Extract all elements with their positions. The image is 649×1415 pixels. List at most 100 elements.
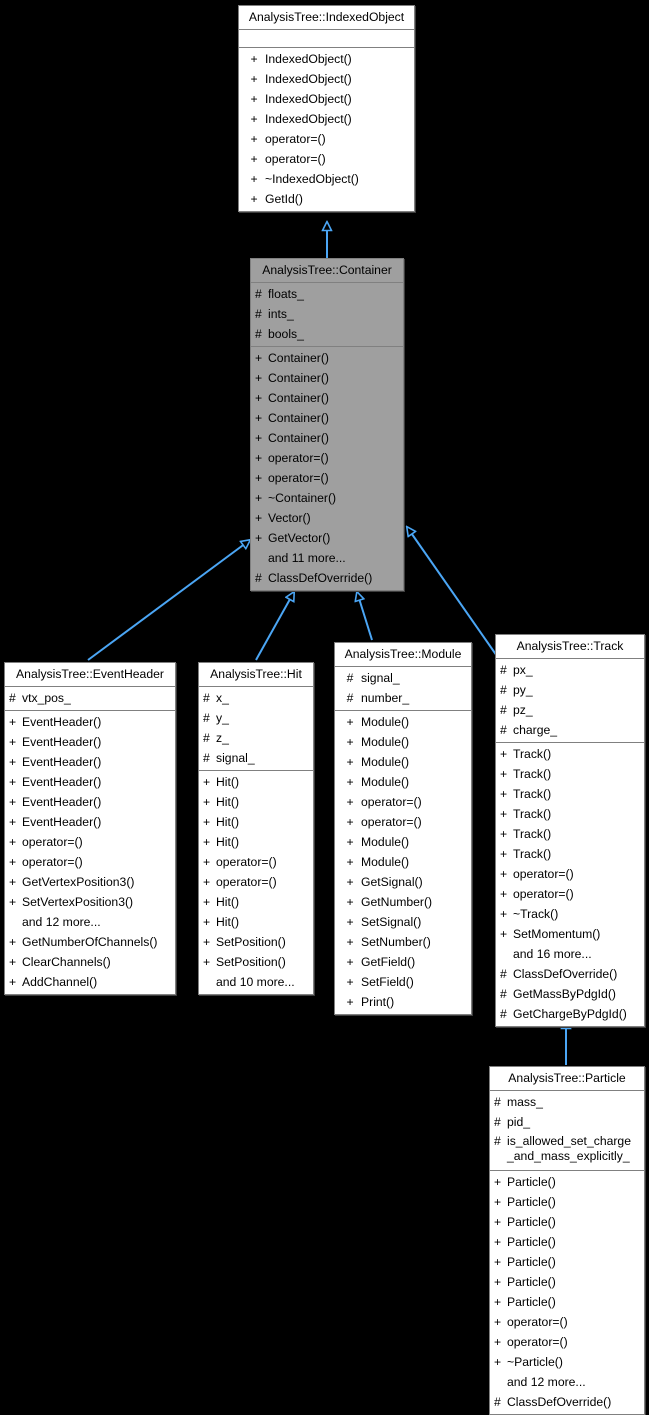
visibility-marker: # — [500, 1007, 507, 1021]
class-box-track[interactable]: AnalysisTree::Track # px_ # py_ # pz_ # charge_… — [495, 634, 645, 1027]
method-row: + Hit() — [199, 792, 313, 812]
member-name: GetChargeByPdgId() — [513, 1007, 627, 1021]
member-name: Track() — [513, 827, 552, 841]
visibility-marker: # — [346, 671, 354, 685]
visibility-marker: + — [9, 715, 17, 729]
attributes-section: # x_ # y_ # z_ # signal_ — [199, 687, 313, 771]
member-name: Track() — [513, 767, 552, 781]
method-row: + operator=() — [239, 149, 414, 169]
visibility-marker: + — [203, 775, 211, 789]
visibility-marker: + — [346, 855, 354, 869]
method-row: + SetPosition() — [199, 932, 313, 952]
member-name: ints_ — [268, 307, 294, 321]
visibility-marker: + — [9, 935, 17, 949]
member-name: SetMomentum() — [513, 927, 601, 941]
member-name: EventHeader() — [22, 735, 102, 749]
uml-diagram-canvas: AnalysisTree::IndexedObject + IndexedObje… — [0, 0, 649, 1415]
method-row: + Module() — [335, 772, 471, 792]
method-row: + ~Track() — [496, 904, 644, 924]
member-name: GetId() — [265, 192, 303, 206]
member-name: Particle() — [507, 1295, 556, 1309]
visibility-marker: + — [250, 52, 258, 66]
member-name: Track() — [513, 807, 552, 821]
class-box-module[interactable]: AnalysisTree::Module # signal_ # number_ + M… — [334, 642, 472, 1015]
member-name: EventHeader() — [22, 755, 102, 769]
visibility-marker: + — [9, 755, 17, 769]
member-name: operator=() — [361, 815, 422, 829]
visibility-marker: + — [250, 112, 258, 126]
method-row: + Module() — [335, 832, 471, 852]
edge-module-to-container — [357, 592, 373, 641]
method-row: + Particle() — [490, 1292, 644, 1312]
method-row: + GetVertexPosition3() — [5, 872, 175, 892]
class-box-indexedobject[interactable]: AnalysisTree::IndexedObject + IndexedObje… — [238, 5, 415, 212]
attribute-row: # y_ — [199, 708, 313, 728]
attributes-section: # signal_ # number_ — [335, 667, 471, 711]
method-row: + SetNumber() — [335, 932, 471, 952]
class-title: AnalysisTree::EventHeader — [5, 663, 175, 687]
visibility-marker: # — [9, 691, 16, 705]
member-name: and 12 more... — [507, 1375, 586, 1389]
visibility-marker: + — [203, 795, 211, 809]
member-name: EventHeader() — [22, 815, 102, 829]
method-row: + operator=() — [239, 129, 414, 149]
methods-section: + Hit() + Hit() + Hit() + Hit() + operator=() + ope… — [199, 771, 313, 994]
method-row: + IndexedObject() — [239, 89, 414, 109]
member-name: vtx_pos_ — [22, 691, 71, 705]
method-row: + Track() — [496, 744, 644, 764]
method-row: + Hit() — [199, 912, 313, 932]
visibility-marker: + — [203, 855, 211, 869]
class-box-container[interactable]: AnalysisTree::Container # floats_ # ints_ # b… — [250, 258, 404, 591]
method-row: # ClassDefOverride() — [496, 964, 644, 984]
visibility-marker: + — [494, 1215, 502, 1229]
member-name: Hit() — [216, 775, 240, 789]
member-name: SetSignal() — [361, 915, 422, 929]
class-box-hit[interactable]: AnalysisTree::Hit # x_ # y_ # z_ # signal_ + Hit… — [198, 662, 314, 995]
member-name: and 10 more... — [216, 975, 295, 989]
visibility-marker: + — [255, 351, 263, 365]
visibility-marker: + — [203, 895, 211, 909]
method-row: + operator=() — [496, 884, 644, 904]
visibility-marker: + — [9, 815, 17, 829]
method-row: + Track() — [496, 764, 644, 784]
visibility-marker: + — [500, 767, 508, 781]
member-name: Container() — [268, 351, 329, 365]
member-name: py_ — [513, 683, 533, 697]
visibility-marker: + — [494, 1255, 502, 1269]
member-name: ~Container() — [268, 491, 337, 505]
class-box-eventheader[interactable]: AnalysisTree::EventHeader # vtx_pos_ + Eve… — [4, 662, 176, 995]
method-row: + Module() — [335, 712, 471, 732]
visibility-marker: + — [255, 531, 263, 545]
member-name: Hit() — [216, 835, 240, 849]
attribute-row: # signal_ — [335, 668, 471, 688]
attributes-section: # px_ # py_ # pz_ # charge_ — [496, 659, 644, 743]
visibility-marker: + — [500, 787, 508, 801]
attribute-row: # bools_ — [251, 324, 403, 344]
visibility-marker: + — [500, 847, 508, 861]
member-name: Hit() — [216, 815, 240, 829]
visibility-marker: + — [500, 827, 508, 841]
visibility-marker: + — [255, 411, 263, 425]
visibility-marker: + — [346, 935, 354, 949]
attribute-row: # floats_ — [251, 284, 403, 304]
member-name: number_ — [361, 691, 410, 705]
attribute-row: # signal_ — [199, 748, 313, 768]
method-row: # GetMassByPdgId() — [496, 984, 644, 1004]
method-row: + EventHeader() — [5, 812, 175, 832]
visibility-marker: + — [9, 735, 17, 749]
method-row: + SetPosition() — [199, 952, 313, 972]
visibility-marker: + — [255, 451, 263, 465]
method-row: + Container() — [251, 428, 403, 448]
attributes-section: # floats_ # ints_ # bools_ — [251, 283, 403, 347]
visibility-marker: + — [9, 795, 17, 809]
member-name: Hit() — [216, 795, 240, 809]
visibility-marker: + — [250, 192, 258, 206]
class-box-particle[interactable]: AnalysisTree::Particle # mass_ # pid_ # is_al… — [489, 1066, 645, 1415]
member-name: Particle() — [507, 1275, 556, 1289]
member-name: signal_ — [361, 671, 400, 685]
visibility-marker: + — [494, 1195, 502, 1209]
attribute-row: # pid_ — [490, 1112, 644, 1132]
method-row: + SetVertexPosition3() — [5, 892, 175, 912]
member-name: operator=() — [268, 451, 329, 465]
method-row: + Track() — [496, 784, 644, 804]
